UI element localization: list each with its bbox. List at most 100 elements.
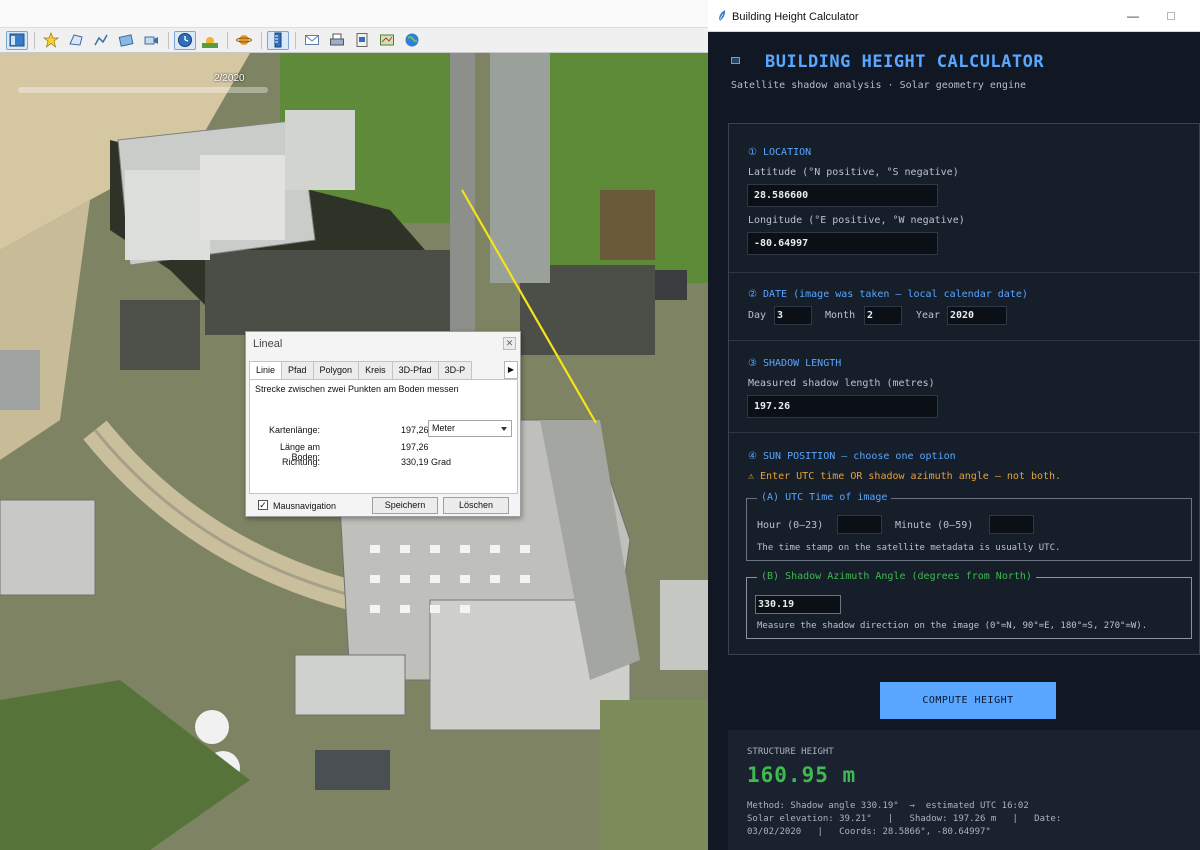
historical-time-slider[interactable]: 2/2020 [18,73,268,100]
add-path-button[interactable] [90,31,112,50]
add-image-overlay-button[interactable] [115,31,137,50]
save-button[interactable]: Speichern [372,497,438,514]
tab-scroll-button[interactable]: ▶ [504,361,518,379]
ruler-button[interactable] [267,30,289,50]
placemark-icon [43,32,59,48]
ruler-dialog: Lineal ✕ Linie Pfad Polygon Kreis 3D-Pfa… [245,331,521,517]
print-icon [330,33,344,46]
window-title: Building Height Calculator [732,11,859,23]
path-icon [94,34,108,46]
tour-icon [144,36,158,45]
calculator-app: BUILDING HEIGHT CALCULATOR Satellite sha… [708,32,1200,850]
map-view-button[interactable] [376,31,398,50]
historical-imagery-button[interactable] [174,30,196,50]
day-input[interactable]: 3 [774,306,812,325]
app-logo-icon [731,57,740,64]
sidebar-toggle-button[interactable] [6,30,28,50]
year-input[interactable]: 2020 [947,306,1007,325]
add-polygon-button[interactable] [65,31,87,50]
azimuth-input[interactable]: 330.19 [755,595,841,614]
location-heading: ① LOCATION [748,147,812,158]
app-subtitle: Satellite shadow analysis · Solar geomet… [731,80,1027,91]
ruler-instruction: Strecke zwischen zwei Punkten am Boden m… [255,384,459,394]
history-icon [178,33,192,47]
day-label: Day [748,310,767,321]
hour-label: Hour (0–23) [757,520,824,531]
map-view-icon [380,34,394,46]
email-button[interactable] [301,31,323,50]
azimuth-legend: (B) Shadow Azimuth Angle (degrees from N… [757,571,1036,582]
date-heading: ② DATE (image was taken — local calendar… [748,289,1028,300]
ground-length-value: 197,26 [401,442,429,452]
earth-title-strip [0,0,708,28]
ruler-tabs: Linie Pfad Polygon Kreis 3D-Pfad 3D-P [249,361,473,380]
minimize-button[interactable]: — [1127,9,1139,23]
ruler-icon [274,32,282,48]
month-label: Month [825,310,856,321]
planets-button[interactable] [233,31,255,50]
result-label: STRUCTURE HEIGHT [747,747,834,757]
unit-select[interactable]: Meter [428,420,512,437]
azimuth-note: Measure the shadow direction on the imag… [757,621,1148,631]
ruler-panel: Strecke zwischen zwei Punkten am Boden m… [249,379,518,494]
map-length-label: Kartenlänge: [268,425,320,435]
save-image-button[interactable] [351,31,373,50]
earth-toolbar [0,28,708,53]
map-length-value: 197,26 [401,425,429,435]
earth-view-button[interactable] [401,31,423,50]
minute-input[interactable] [989,515,1034,534]
input-form: ① LOCATION Latitude (°N positive, °S neg… [728,123,1200,655]
utc-time-legend: (A) UTC Time of image [757,492,892,503]
planets-icon [236,35,252,45]
save-image-icon [356,33,368,47]
sunlight-icon [202,37,218,48]
shadow-length-label: Measured shadow length (metres) [748,378,935,389]
utc-time-note: The time stamp on the satellite metadata… [757,543,1061,553]
tab-3d-path[interactable]: 3D-Pfad [391,361,439,379]
result-details: Method: Shadow angle 330.19° → estimated… [747,801,1062,837]
longitude-input[interactable]: -80.64997 [747,232,938,255]
print-button[interactable] [326,31,348,50]
checkmark-icon: ✓ [259,500,267,510]
tab-3d-polygon[interactable]: 3D-P [437,361,473,379]
tab-circle[interactable]: Kreis [358,361,393,379]
close-icon: ✕ [505,338,514,348]
sun-position-warning: ⚠ Enter UTC time OR shadow azimuth angle… [748,471,1062,482]
email-icon [305,35,319,45]
delete-button[interactable]: Löschen [443,497,509,514]
utc-time-group: (A) UTC Time of image Hour (0–23) Minute… [746,492,1192,561]
time-slider-track[interactable] [18,87,268,93]
mouse-navigation-label: Mausnavigation [273,501,337,511]
image-overlay-icon [118,34,134,47]
result-value: 160.95 m [747,763,857,787]
compute-height-button[interactable]: COMPUTE HEIGHT [880,682,1056,719]
minute-label: Minute (0–59) [895,520,974,531]
time-slider-date: 2/2020 [214,73,245,84]
calculator-titlebar: Building Height Calculator — [708,0,1200,32]
maximize-button[interactable] [1167,12,1175,20]
earth-icon [405,33,419,47]
tab-polygon[interactable]: Polygon [312,361,360,379]
feather-icon [718,10,726,22]
chevron-down-icon [501,427,507,431]
sun-position-heading: ④ SUN POSITION — choose one option [748,451,956,462]
hour-input[interactable] [837,515,882,534]
ruler-close-button[interactable]: ✕ [503,337,516,350]
latitude-input[interactable]: 28.586600 [747,184,938,207]
chevron-right-icon: ▶ [507,365,515,374]
shadow-length-input[interactable]: 197.26 [747,395,938,418]
shadow-length-heading: ③ SHADOW LENGTH [748,358,842,369]
mouse-navigation-checkbox[interactable]: ✓ [258,500,268,510]
tab-line[interactable]: Linie [249,361,283,380]
unit-select-value: Meter [432,423,456,433]
add-placemark-button[interactable] [40,31,62,50]
month-input[interactable]: 2 [864,306,902,325]
result-panel: STRUCTURE HEIGHT 160.95 m Method: Shadow… [728,730,1200,850]
latitude-label: Latitude (°N positive, °S negative) [748,167,959,178]
sunlight-button[interactable] [199,31,221,50]
heading-label: Richtung: [281,457,320,467]
sidebar-icon [9,33,25,47]
polygon-icon [69,34,83,46]
record-tour-button[interactable] [140,31,162,50]
tab-path[interactable]: Pfad [281,361,314,379]
